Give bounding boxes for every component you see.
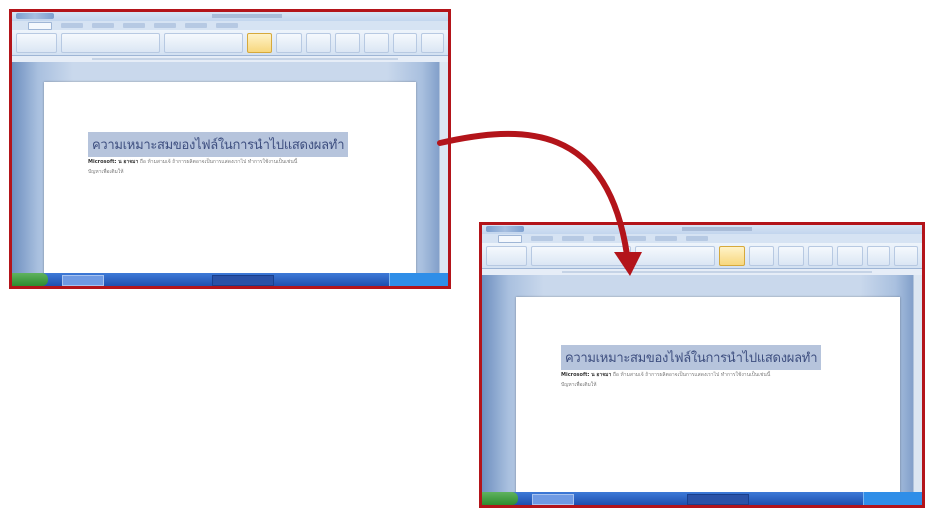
curved-arrow-icon	[437, 130, 642, 276]
